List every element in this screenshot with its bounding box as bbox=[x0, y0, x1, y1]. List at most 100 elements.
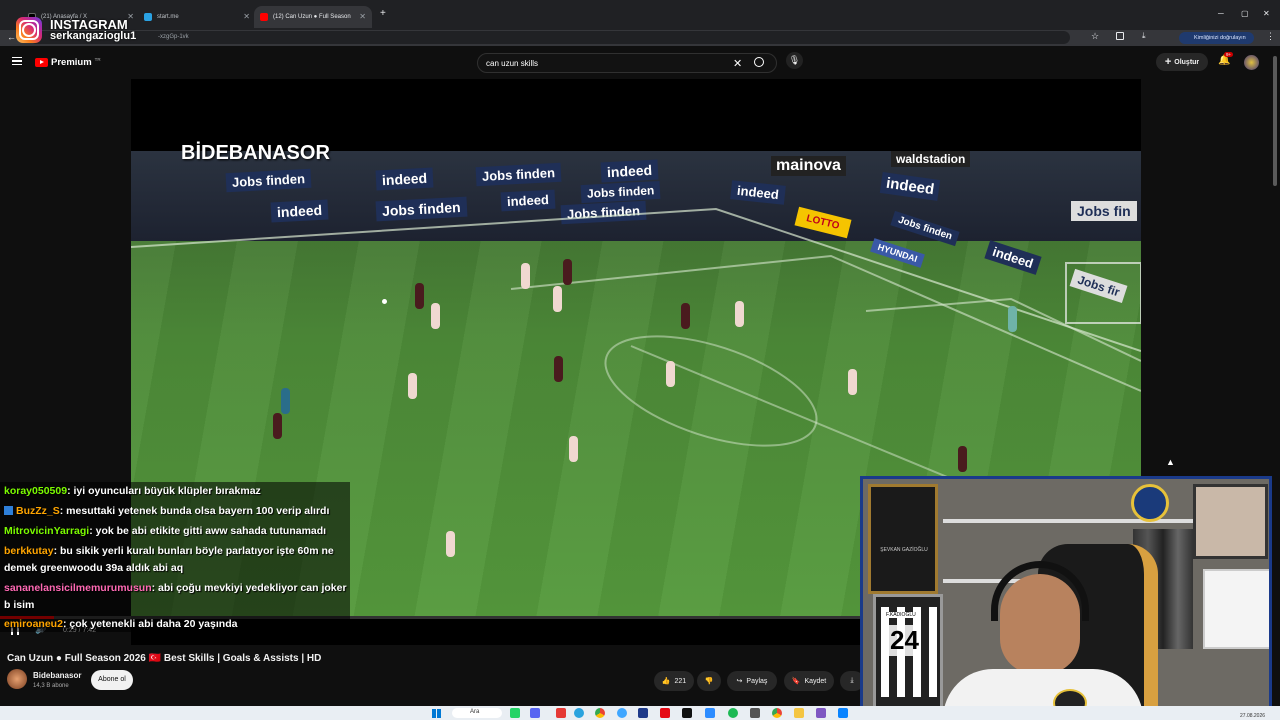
url-field[interactable]: -xzgGp-1vk bbox=[30, 31, 1070, 44]
account-avatar[interactable] bbox=[1244, 55, 1259, 70]
app-icon[interactable] bbox=[682, 708, 692, 718]
club-badge bbox=[1131, 484, 1169, 522]
app-icon[interactable] bbox=[530, 708, 540, 718]
tab-title: start.me bbox=[157, 14, 179, 20]
create-button[interactable]: + Oluştur bbox=[1156, 53, 1208, 71]
channel-avatar[interactable] bbox=[7, 669, 27, 689]
player-white bbox=[848, 369, 857, 395]
extensions-icon[interactable] bbox=[1116, 32, 1124, 40]
close-window-button[interactable]: ✕ bbox=[1263, 9, 1270, 18]
folder-icon[interactable] bbox=[794, 708, 804, 718]
close-icon[interactable]: ✕ bbox=[243, 12, 250, 21]
app-icon[interactable] bbox=[750, 708, 760, 718]
taskbar-search[interactable]: Ara bbox=[452, 708, 502, 718]
app-icon[interactable] bbox=[838, 708, 848, 718]
new-tab-button[interactable]: + bbox=[380, 8, 386, 19]
save-button[interactable]: 🔖 Kaydet bbox=[784, 671, 834, 691]
menu-kebab-icon[interactable]: ⋮ bbox=[1266, 31, 1275, 42]
youtube-brand: Premium bbox=[51, 57, 92, 68]
app-icon[interactable] bbox=[617, 708, 627, 718]
chat-message: MitrovicinYarragi: yok be abi etikite gi… bbox=[4, 523, 350, 540]
video-title: Can Uzun ● Full Season 2026 🇹🇷 Best Skil… bbox=[7, 653, 322, 664]
chat-username[interactable]: berkkutay bbox=[4, 545, 54, 557]
tab-youtube[interactable]: (12) Can Uzun ● Full Season ✕ bbox=[254, 6, 372, 28]
close-icon[interactable]: ✕ bbox=[359, 12, 366, 21]
taskbar-date: 27.08.2026 bbox=[1240, 713, 1266, 719]
browser-tab-bar: (21) Anasayfa / X ✕ start.me ✕ (12) Can … bbox=[0, 0, 1280, 30]
player-red bbox=[958, 446, 967, 472]
webcam-overlay: ŞEVKAN GAZİOĞLU F.KADIOĞLU 24 bbox=[860, 476, 1272, 714]
app-icon[interactable] bbox=[556, 708, 566, 718]
chat-username[interactable]: sananelansicilmemurumusun bbox=[4, 582, 152, 594]
player-referee bbox=[281, 388, 290, 414]
youtube-logo[interactable]: Premium TR bbox=[35, 57, 101, 68]
maximize-button[interactable]: ▢ bbox=[1241, 9, 1249, 18]
thumbs-down-icon: 👎 bbox=[704, 678, 714, 685]
player-red bbox=[273, 413, 282, 439]
zoom-icon[interactable] bbox=[705, 708, 715, 718]
hamburger-menu-icon[interactable] bbox=[12, 57, 22, 65]
whatsapp-icon[interactable] bbox=[510, 708, 520, 718]
url-text: -xzgGp-1vk bbox=[158, 34, 189, 40]
chat-message: emiroaneu2: çok yetenekli abi daha 20 ya… bbox=[4, 616, 350, 633]
share-label: Paylaş bbox=[746, 677, 768, 685]
chat-text: : bu sikik yerli kuralı bunları böyle pa… bbox=[4, 545, 334, 574]
minimize-button[interactable]: ─ bbox=[1218, 9, 1224, 18]
netflix-icon[interactable] bbox=[660, 708, 670, 718]
search-input[interactable]: can uzun skills ✕ bbox=[477, 53, 777, 73]
clear-search-icon[interactable]: ✕ bbox=[733, 57, 742, 70]
player-red bbox=[554, 356, 563, 382]
channel-name[interactable]: Bidebanasor bbox=[33, 671, 81, 680]
jersey-name: F.KADIOĞLU bbox=[886, 612, 916, 618]
voice-search-icon[interactable]: 🎙 bbox=[786, 52, 803, 69]
like-button[interactable]: 👍 221 bbox=[654, 671, 694, 691]
chat-username[interactable]: koray050509 bbox=[4, 485, 67, 497]
chat-text: : yok be abi etikite gitti aww sahada tu… bbox=[89, 525, 327, 537]
telegram-icon[interactable] bbox=[574, 708, 584, 718]
app-icon[interactable] bbox=[816, 708, 826, 718]
app-icon[interactable] bbox=[728, 708, 738, 718]
back-icon[interactable]: ← bbox=[7, 32, 16, 42]
player-white bbox=[446, 531, 455, 557]
youtube-play-icon bbox=[35, 58, 48, 67]
scrollbar[interactable] bbox=[1273, 56, 1277, 186]
chat-text: : mesuttaki yetenek bunda olsa bayern 10… bbox=[59, 505, 330, 517]
share-icon: ↪ bbox=[736, 678, 743, 685]
player-white bbox=[569, 436, 578, 462]
channel-watermark: BİDEBANASOR bbox=[181, 142, 330, 164]
framed-photo bbox=[1193, 484, 1268, 559]
chat-username[interactable]: BuzZz_S bbox=[16, 505, 60, 517]
chat-message: berkkutay: bu sikik yerli kuralı bunları… bbox=[4, 543, 350, 577]
framed-shirt: F.KADIOĞLU 24 bbox=[873, 594, 943, 711]
bookmark-star-icon[interactable]: ☆ bbox=[1091, 31, 1099, 42]
chrome-icon[interactable] bbox=[595, 708, 605, 718]
search-icon[interactable] bbox=[754, 57, 764, 67]
jersey-number: 24 bbox=[888, 625, 921, 656]
youtube-icon bbox=[260, 13, 268, 21]
chrome-icon[interactable] bbox=[772, 708, 782, 718]
app-icon[interactable] bbox=[638, 708, 648, 718]
profile-chip[interactable]: Kimliğinizi doğrulayın bbox=[1179, 32, 1254, 44]
create-label: Oluştur bbox=[1174, 58, 1200, 66]
chat-badge-icon bbox=[4, 506, 13, 515]
chat-message: BuzZz_S: mesuttaki yetenek bunda olsa ba… bbox=[4, 503, 350, 520]
tab-startme[interactable]: start.me ✕ bbox=[138, 6, 256, 28]
player-white bbox=[521, 263, 530, 289]
player-white bbox=[666, 361, 675, 387]
windows-start-icon[interactable] bbox=[432, 709, 441, 718]
instagram-logo-icon bbox=[16, 17, 42, 43]
player-red bbox=[681, 303, 690, 329]
taskbar-search-label: Ara bbox=[470, 709, 480, 715]
share-button[interactable]: ↪ Paylaş bbox=[727, 671, 777, 691]
chat-username[interactable]: emiroaneu2 bbox=[4, 618, 63, 630]
chat-text: : çok yetenekli abi daha 20 yaşında bbox=[62, 618, 238, 630]
player-white bbox=[408, 373, 417, 399]
close-icon[interactable]: ✕ bbox=[127, 12, 134, 21]
dislike-button[interactable]: 👎 bbox=[697, 671, 721, 691]
download-icon[interactable]: ⤓ bbox=[1142, 31, 1146, 41]
thumbs-up-icon: 👍 bbox=[661, 678, 671, 685]
chat-username[interactable]: MitrovicinYarragi bbox=[4, 525, 89, 537]
subscribe-button[interactable]: Abone ol bbox=[91, 670, 133, 690]
startme-icon bbox=[144, 13, 152, 21]
profile-label: Kimliğinizi doğrulayın bbox=[1194, 35, 1246, 41]
